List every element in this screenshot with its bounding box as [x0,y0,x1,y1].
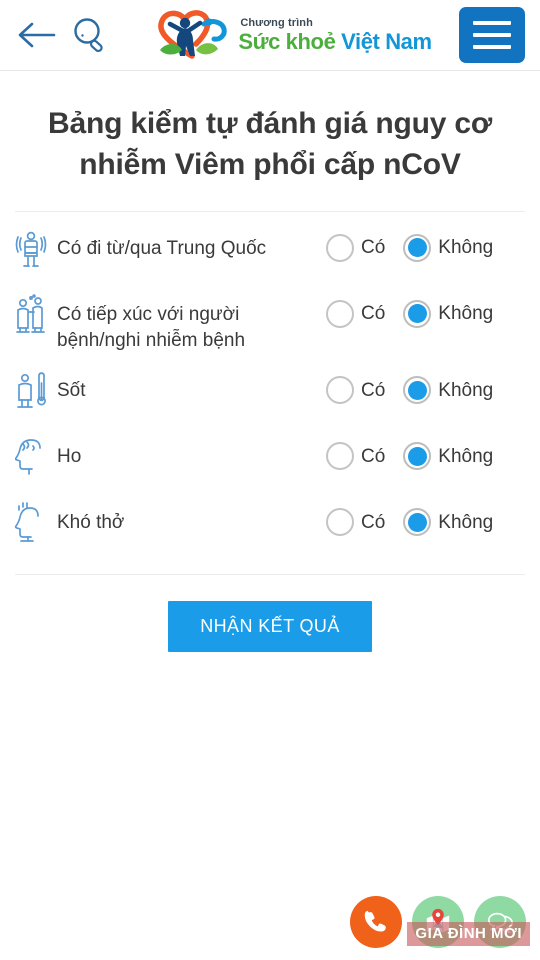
submit-area: NHẬN KẾT QUẢ [0,575,540,653]
radio-yes-label: Có [361,303,386,325]
radio-option-yes[interactable]: Có [326,442,386,471]
question-label: Có đi từ/qua Trung Quốc [57,237,267,259]
question-list: Có đi từ/qua Trung Quốc Có Không Có tiếp… [0,212,540,552]
menu-bar-2 [473,33,511,37]
radio-no-label: Không [438,303,494,325]
thermometer-fever-icon [14,370,48,412]
radio-no-indicator[interactable] [403,508,432,537]
phone-fab[interactable] [350,896,402,948]
question-row: Sốt Có Không [14,354,526,420]
health-vietnam-logo-icon [152,6,234,64]
answer-group: Có Không [326,372,526,405]
page-title: Bảng kiểm tự đánh giá nguy cơ nhiễm Viêm… [48,107,492,181]
radio-yes-indicator[interactable] [326,233,354,262]
radio-option-yes[interactable]: Có [326,376,386,405]
get-result-button[interactable]: NHẬN KẾT QUẢ [168,601,372,653]
logo-tagline: Chương trình [240,16,313,29]
phone-icon [363,909,389,935]
question-row: Khó thở Có Không [14,486,526,552]
search-icon[interactable] [70,15,112,55]
answer-group: Có Không [326,438,526,471]
header-left-actions [0,15,140,55]
radio-no-indicator[interactable] [403,299,432,328]
header-right-actions [444,7,540,63]
question-label: Sốt [57,380,86,402]
radio-yes-label: Có [361,445,386,467]
two-people-contact-icon [14,293,48,336]
radio-no-label: Không [438,379,494,401]
answer-group: Có Không [326,230,526,262]
body-scanner-person-icon [14,228,48,270]
radio-option-no[interactable]: Không [403,233,494,262]
watermark-badge: GIA ĐÌNH MỚI [407,922,530,946]
radio-option-yes[interactable]: Có [326,233,386,262]
logo-name-blue: Việt Nam [341,28,432,54]
radio-no-label: Không [438,237,494,259]
radio-option-yes[interactable]: Có [326,508,386,537]
radio-yes-indicator[interactable] [326,442,354,471]
question-row: Có đi từ/qua Trung Quốc Có Không [14,212,526,278]
radio-yes-label: Có [361,379,386,401]
radio-yes-indicator[interactable] [326,376,354,405]
radio-option-no[interactable]: Không [403,442,494,471]
menu-bar-3 [473,45,511,49]
radio-no-label: Không [438,445,494,467]
radio-option-no[interactable]: Không [403,508,494,537]
head-cough-icon [14,436,48,478]
head-breathing-icon [14,502,48,544]
site-logo[interactable]: Chương trình Sức khoẻ Việt Nam [140,6,444,64]
question-label: Ho [57,446,82,468]
logo-name-green: Sức khoẻ [238,28,342,54]
hamburger-menu-icon[interactable] [459,7,525,63]
question-label: Có tiếp xúc với người bệnh/nghi nhiễm bệ… [57,303,246,351]
radio-yes-indicator[interactable] [326,508,354,537]
radio-no-indicator[interactable] [403,442,432,471]
radio-option-no[interactable]: Không [403,299,494,328]
radio-yes-label: Có [361,237,386,259]
radio-no-indicator[interactable] [403,376,432,405]
question-label: Khó thở [57,512,125,534]
radio-no-indicator[interactable] [403,233,432,262]
menu-bar-1 [473,21,511,25]
radio-no-label: Không [438,511,494,533]
question-row: Có tiếp xúc với người bệnh/nghi nhiễm bệ… [14,278,526,354]
app-header: Chương trình Sức khoẻ Việt Nam [0,0,540,71]
back-arrow-icon[interactable] [16,18,58,52]
answer-group: Có Không [326,504,526,537]
radio-option-no[interactable]: Không [403,376,494,405]
radio-yes-indicator[interactable] [326,299,354,328]
radio-yes-label: Có [361,511,386,533]
question-row: Ho Có Không [14,420,526,486]
radio-option-yes[interactable]: Có [326,299,386,328]
answer-group: Có Không [326,296,526,328]
